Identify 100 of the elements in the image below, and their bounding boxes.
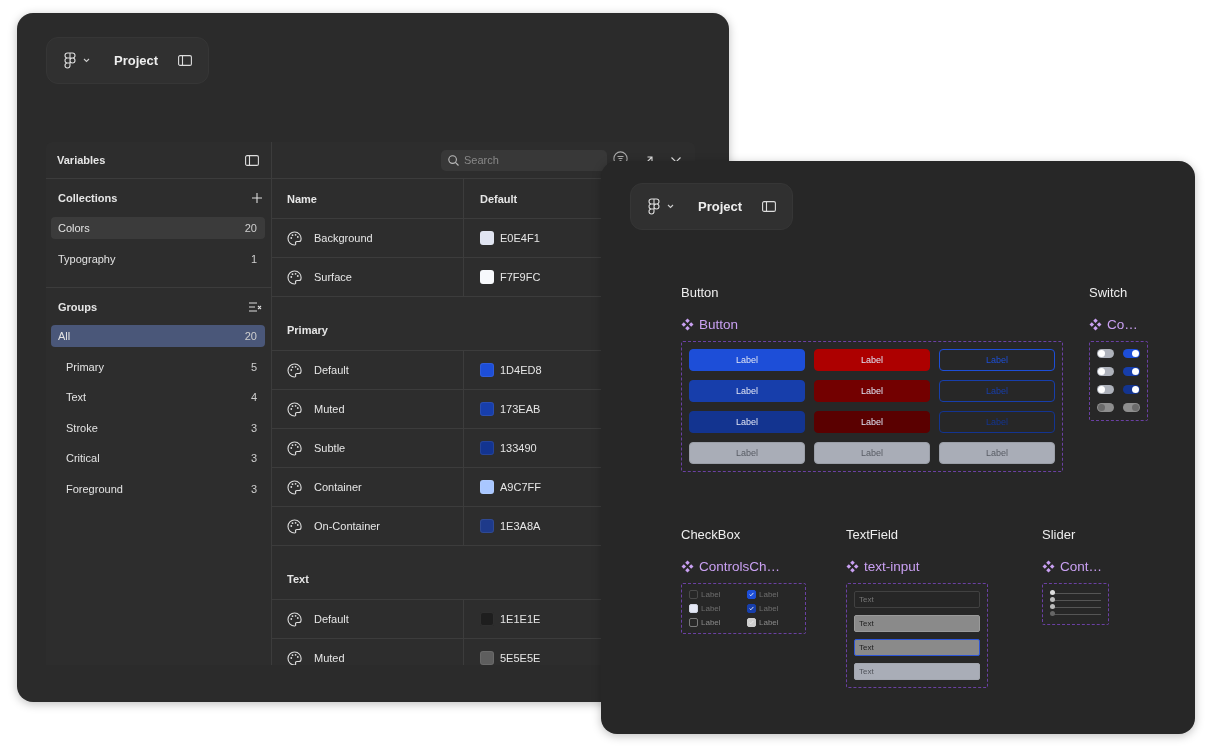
- collection-item[interactable]: Colors 20: [51, 217, 265, 239]
- group-item[interactable]: Foreground 3: [51, 477, 265, 500]
- toggle-switch[interactable]: [1123, 385, 1140, 394]
- section-title: TextField: [846, 527, 900, 543]
- color-value: 173EAB: [500, 403, 541, 415]
- color-value: 133490: [500, 442, 537, 454]
- group-heading: Primary: [287, 324, 328, 336]
- panel-title: Variables: [57, 154, 106, 166]
- section-title: Button: [681, 285, 720, 301]
- slider[interactable]: [1051, 605, 1101, 609]
- collection-item[interactable]: Typography 1: [51, 247, 265, 270]
- column-header: Name: [287, 192, 317, 205]
- text-input[interactable]: Text: [854, 615, 980, 632]
- palette-icon: [287, 362, 302, 378]
- group-count: 4: [250, 391, 257, 403]
- caret-icon[interactable]: [667, 204, 674, 209]
- label-button[interactable]: Label: [689, 349, 805, 371]
- expand-icon[interactable]: [645, 156, 653, 164]
- slider[interactable]: [1051, 598, 1101, 602]
- color-value: 1E1E1E: [500, 613, 541, 625]
- sidebar-toggle-icon[interactable]: [178, 55, 193, 66]
- column-header: Default: [480, 192, 518, 205]
- group-item[interactable]: Text 4: [51, 386, 265, 408]
- list-filter-icon[interactable]: [249, 301, 262, 312]
- palette-icon: [287, 518, 302, 534]
- search-field[interactable]: Search: [441, 149, 607, 171]
- color-value: A9C7FF: [500, 481, 541, 493]
- label-button[interactable]: Label: [814, 411, 930, 433]
- checkbox[interactable]: [689, 618, 698, 627]
- variable-name: Default: [314, 613, 349, 625]
- component-icon: [681, 318, 694, 331]
- palette-icon: [287, 479, 302, 495]
- group-item[interactable]: Critical 3: [51, 447, 265, 469]
- component-name: Cont…: [1060, 559, 1103, 574]
- group-item[interactable]: Primary 5: [51, 355, 265, 378]
- search-icon: [448, 154, 459, 166]
- variable-name: Muted: [314, 652, 345, 664]
- variable-name: On-Container: [314, 520, 381, 532]
- checkbox[interactable]: [747, 590, 756, 599]
- slider[interactable]: [1051, 591, 1101, 595]
- component-icon: [846, 560, 859, 573]
- color-value: 5E5E5E: [500, 652, 541, 664]
- variable-name: Background: [314, 232, 373, 244]
- collection-count: 20: [244, 222, 257, 234]
- toggle-switch[interactable]: [1097, 385, 1114, 394]
- color-value: 1D4ED8: [500, 364, 542, 376]
- group-count: 5: [250, 360, 257, 373]
- palette-icon: [287, 230, 302, 246]
- group-count: 20: [244, 330, 257, 342]
- add-icon[interactable]: [252, 193, 262, 203]
- section-title: Groups: [58, 300, 98, 313]
- group-count: 3: [250, 482, 257, 495]
- label-button[interactable]: Label: [689, 380, 805, 402]
- palette-icon: [287, 611, 302, 627]
- palette-icon: [287, 650, 302, 665]
- sidebar-toggle-icon[interactable]: [762, 201, 777, 212]
- toggle-switch[interactable]: [1097, 349, 1114, 358]
- logo-icon[interactable]: [648, 198, 660, 215]
- collection-name: Typography: [58, 252, 116, 265]
- group-name: Foreground: [66, 482, 123, 495]
- checkbox[interactable]: [689, 590, 698, 599]
- text-input[interactable]: Text: [854, 639, 980, 656]
- project-title: Project: [698, 199, 743, 214]
- collection-name: Colors: [58, 222, 90, 234]
- variable-name: Muted: [314, 403, 345, 415]
- toggle-switch[interactable]: [1123, 349, 1140, 358]
- checkbox-label: Label: [759, 618, 779, 627]
- section-title: Collections: [58, 192, 118, 204]
- collection-count: 1: [250, 252, 257, 265]
- filter-icon[interactable]: [613, 151, 628, 161]
- label-button[interactable]: Label: [814, 349, 930, 371]
- group-item[interactable]: Stroke 3: [51, 416, 265, 439]
- section-title: Slider: [1042, 527, 1077, 543]
- checkbox[interactable]: [747, 604, 756, 613]
- group-name: Primary: [66, 360, 104, 373]
- slider[interactable]: [1051, 612, 1101, 616]
- component-icon: [1089, 318, 1102, 331]
- component-name: Co…: [1107, 317, 1138, 332]
- palette-icon: [287, 401, 302, 417]
- palette-icon: [287, 269, 302, 285]
- component-icon: [681, 560, 694, 573]
- label-button[interactable]: Label: [689, 411, 805, 433]
- section-title: Switch: [1089, 285, 1129, 301]
- color-value: E0E4F1: [500, 232, 540, 244]
- caret-icon[interactable]: [83, 58, 90, 63]
- group-item[interactable]: All 20: [51, 325, 265, 347]
- variable-name: Default: [314, 364, 349, 376]
- toggle-switch[interactable]: [1097, 367, 1114, 376]
- text-input[interactable]: Text: [854, 591, 980, 608]
- label-button[interactable]: Label: [814, 380, 930, 402]
- group-count: 3: [250, 421, 257, 434]
- group-name: Stroke: [66, 421, 98, 434]
- sidebar-toggle-icon[interactable]: [245, 154, 259, 166]
- group-count: 3: [250, 452, 257, 464]
- component-name: text-input: [864, 559, 920, 574]
- palette-icon: [287, 440, 302, 456]
- toggle-switch[interactable]: [1123, 367, 1140, 376]
- section-title: CheckBox: [681, 527, 742, 543]
- logo-icon[interactable]: [64, 52, 76, 69]
- variable-name: Subtle: [314, 442, 346, 454]
